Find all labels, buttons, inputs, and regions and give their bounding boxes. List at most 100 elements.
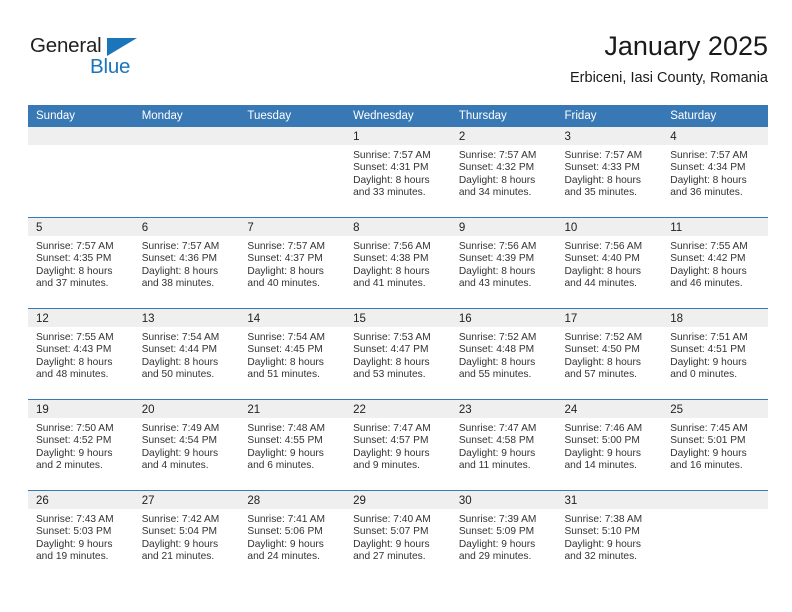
daylight-text: and 48 minutes. — [36, 368, 109, 380]
calendar-cell[interactable]: 3 Sunrise: 7:57 AM Sunset: 4:33 PM Daylight… — [556, 127, 663, 218]
calendar-cell[interactable]: 28 Sunrise: 7:41 AM Sunset: 5:06 PM Dayligh… — [239, 490, 346, 581]
calendar-cell[interactable]: 14 Sunrise: 7:54 AM Sunset: 4:45 PM Dayligh… — [239, 308, 346, 400]
daylight-text: Daylight: 9 hours — [670, 447, 747, 459]
calendar-cell[interactable]: 2 Sunrise: 7:57 AM Sunset: 4:32 PM Daylight… — [450, 127, 557, 218]
calendar-cell[interactable]: 13 Sunrise: 7:54 AM Sunset: 4:44 PM Dayligh… — [133, 308, 240, 400]
daylight-text: Daylight: 8 hours — [564, 356, 641, 368]
calendar-cell[interactable]: 11 Sunrise: 7:55 AM Sunset: 4:42 PM Dayligh… — [662, 217, 768, 309]
day-cell[interactable]: 27 Sunrise: 7:42 AM Sunset: 5:04 PM Dayligh… — [133, 491, 240, 581]
day-cell[interactable]: 31 Sunrise: 7:38 AM Sunset: 5:10 PM Dayligh… — [556, 491, 663, 581]
day-details: Sunrise: 7:57 AM Sunset: 4:31 PM Daylight:… — [345, 145, 451, 199]
sunset-text: Sunset: 4:51 PM — [670, 344, 746, 356]
day-cell[interactable]: 11 Sunrise: 7:55 AM Sunset: 4:42 PM Dayligh… — [662, 218, 768, 308]
day-cell[interactable]: 21 Sunrise: 7:48 AM Sunset: 4:55 PM Dayligh… — [239, 400, 346, 490]
calendar-cell[interactable]: 20 Sunrise: 7:49 AM Sunset: 4:54 PM Dayligh… — [133, 399, 240, 491]
day-details: Sunrise: 7:57 AM Sunset: 4:33 PM Daylight:… — [557, 145, 663, 199]
day-number: 30 — [450, 491, 557, 509]
sunrise-text: Sunrise: 7:57 AM — [36, 241, 114, 252]
daylight-text: Daylight: 9 hours — [36, 447, 113, 459]
calendar-cell[interactable]: 1 Sunrise: 7:57 AM Sunset: 4:31 PM Daylight… — [345, 127, 451, 218]
day-cell[interactable]: 29 Sunrise: 7:40 AM Sunset: 5:07 PM Dayligh… — [345, 491, 451, 581]
day-cell[interactable]: 1 Sunrise: 7:57 AM Sunset: 4:31 PM Daylight… — [345, 127, 451, 217]
day-details: Sunrise: 7:56 AM Sunset: 4:39 PM Daylight:… — [451, 236, 557, 290]
day-cell[interactable]: 14 Sunrise: 7:54 AM Sunset: 4:45 PM Dayligh… — [239, 309, 346, 399]
day-cell[interactable]: 23 Sunrise: 7:47 AM Sunset: 4:58 PM Dayligh… — [450, 400, 557, 490]
day-cell[interactable]: 28 Sunrise: 7:41 AM Sunset: 5:06 PM Dayligh… — [239, 491, 346, 581]
daylight-text: and 11 minutes. — [458, 459, 531, 471]
calendar-cell[interactable]: 22 Sunrise: 7:47 AM Sunset: 4:57 PM Dayligh… — [345, 399, 451, 491]
calendar-cell[interactable]: 7 Sunrise: 7:57 AM Sunset: 4:37 PM Daylight… — [239, 217, 346, 309]
calendar-cell[interactable]: 24 Sunrise: 7:46 AM Sunset: 5:00 PM Dayligh… — [556, 399, 663, 491]
sunset-text: Sunset: 5:04 PM — [141, 526, 218, 538]
sunrise-text: Sunrise: 7:54 AM — [141, 332, 220, 343]
calendar-cell[interactable]: 18 Sunrise: 7:51 AM Sunset: 4:51 PM Dayligh… — [662, 308, 768, 400]
day-cell[interactable]: 12 Sunrise: 7:55 AM Sunset: 4:43 PM Dayligh… — [28, 309, 134, 399]
day-cell[interactable]: 25 Sunrise: 7:45 AM Sunset: 5:01 PM Dayligh… — [662, 400, 768, 490]
sunrise-text: Sunrise: 7:40 AM — [353, 514, 431, 525]
sunset-text: Sunset: 4:34 PM — [670, 162, 746, 174]
day-number — [662, 491, 768, 509]
calendar-cell[interactable]: 19 Sunrise: 7:50 AM Sunset: 4:52 PM Dayligh… — [28, 399, 134, 491]
day-number — [239, 127, 346, 145]
day-number: 18 — [662, 309, 768, 327]
day-cell[interactable]: 4 Sunrise: 7:57 AM Sunset: 4:34 PM Daylight… — [662, 127, 768, 217]
day-cell[interactable]: 30 Sunrise: 7:39 AM Sunset: 5:09 PM Dayligh… — [450, 491, 557, 581]
day-number: 25 — [662, 400, 768, 418]
day-cell[interactable]: 5 Sunrise: 7:57 AM Sunset: 4:35 PM Daylight… — [28, 218, 134, 308]
day-number: 9 — [450, 218, 557, 236]
day-cell[interactable]: 20 Sunrise: 7:49 AM Sunset: 4:54 PM Dayligh… — [133, 400, 240, 490]
day-details: Sunrise: 7:45 AM Sunset: 5:01 PM Daylight:… — [662, 418, 768, 472]
calendar-cell[interactable] — [133, 127, 240, 218]
calendar-cell[interactable]: 15 Sunrise: 7:53 AM Sunset: 4:47 PM Dayligh… — [345, 308, 451, 400]
day-cell[interactable]: 22 Sunrise: 7:47 AM Sunset: 4:57 PM Dayligh… — [345, 400, 451, 490]
day-cell[interactable]: 26 Sunrise: 7:43 AM Sunset: 5:03 PM Dayligh… — [28, 491, 134, 581]
calendar-cell[interactable]: 6 Sunrise: 7:57 AM Sunset: 4:36 PM Daylight… — [133, 217, 240, 309]
calendar-cell[interactable]: 29 Sunrise: 7:40 AM Sunset: 5:07 PM Dayligh… — [345, 490, 451, 581]
day-number: 3 — [556, 127, 663, 145]
calendar-cell[interactable]: 16 Sunrise: 7:52 AM Sunset: 4:48 PM Dayligh… — [450, 308, 557, 400]
calendar-cell[interactable]: 21 Sunrise: 7:48 AM Sunset: 4:55 PM Dayligh… — [239, 399, 346, 491]
day-details: Sunrise: 7:39 AM Sunset: 5:09 PM Daylight:… — [451, 509, 557, 563]
calendar-cell[interactable]: 5 Sunrise: 7:57 AM Sunset: 4:35 PM Daylight… — [28, 217, 134, 309]
calendar-cell[interactable]: 10 Sunrise: 7:56 AM Sunset: 4:40 PM Dayligh… — [556, 217, 663, 309]
day-cell[interactable]: 9 Sunrise: 7:56 AM Sunset: 4:39 PM Daylight… — [450, 218, 557, 308]
day-cell[interactable]: 2 Sunrise: 7:57 AM Sunset: 4:32 PM Daylight… — [450, 127, 557, 217]
calendar-cell[interactable] — [662, 490, 768, 581]
daylight-text: and 14 minutes. — [564, 459, 638, 471]
day-cell[interactable]: 6 Sunrise: 7:57 AM Sunset: 4:36 PM Daylight… — [133, 218, 240, 308]
day-cell[interactable]: 18 Sunrise: 7:51 AM Sunset: 4:51 PM Dayligh… — [662, 309, 768, 399]
day-cell[interactable]: 16 Sunrise: 7:52 AM Sunset: 4:48 PM Dayligh… — [450, 309, 557, 399]
calendar-cell[interactable]: 17 Sunrise: 7:52 AM Sunset: 4:50 PM Dayligh… — [556, 308, 663, 400]
calendar-cell[interactable]: 30 Sunrise: 7:39 AM Sunset: 5:09 PM Dayligh… — [450, 490, 557, 581]
logo-text-blue: Blue — [90, 55, 131, 78]
day-cell[interactable]: 7 Sunrise: 7:57 AM Sunset: 4:37 PM Daylight… — [239, 218, 346, 308]
daylight-text: and 34 minutes. — [458, 186, 532, 198]
sunset-text: Sunset: 4:42 PM — [670, 253, 746, 265]
daylight-text: and 16 minutes. — [670, 459, 743, 471]
calendar-cell[interactable]: 27 Sunrise: 7:42 AM Sunset: 5:04 PM Dayligh… — [133, 490, 240, 581]
daylight-text: Daylight: 8 hours — [141, 356, 219, 368]
calendar-cell[interactable]: 31 Sunrise: 7:38 AM Sunset: 5:10 PM Dayligh… — [556, 490, 663, 581]
calendar-cell[interactable]: 23 Sunrise: 7:47 AM Sunset: 4:58 PM Dayligh… — [450, 399, 557, 491]
daylight-text: Daylight: 9 hours — [36, 538, 113, 550]
day-cell[interactable]: 10 Sunrise: 7:56 AM Sunset: 4:40 PM Dayligh… — [556, 218, 663, 308]
day-cell[interactable]: 24 Sunrise: 7:46 AM Sunset: 5:00 PM Dayligh… — [556, 400, 663, 490]
sunset-text: Sunset: 4:39 PM — [458, 253, 535, 265]
calendar-cell[interactable] — [239, 127, 346, 218]
day-details: Sunrise: 7:47 AM Sunset: 4:57 PM Daylight:… — [345, 418, 451, 472]
day-cell[interactable]: 3 Sunrise: 7:57 AM Sunset: 4:33 PM Daylight… — [556, 127, 663, 217]
day-cell[interactable]: 8 Sunrise: 7:56 AM Sunset: 4:38 PM Daylight… — [345, 218, 451, 308]
day-cell[interactable]: 13 Sunrise: 7:54 AM Sunset: 4:44 PM Dayligh… — [133, 309, 240, 399]
calendar-cell[interactable]: 9 Sunrise: 7:56 AM Sunset: 4:39 PM Daylight… — [450, 217, 557, 309]
calendar-cell[interactable]: 8 Sunrise: 7:56 AM Sunset: 4:38 PM Daylight… — [345, 217, 451, 309]
calendar-cell[interactable]: 4 Sunrise: 7:57 AM Sunset: 4:34 PM Daylight… — [662, 127, 768, 218]
calendar-cell[interactable] — [28, 127, 134, 218]
calendar-cell[interactable]: 25 Sunrise: 7:45 AM Sunset: 5:01 PM Dayligh… — [662, 399, 768, 491]
day-details: Sunrise: 7:57 AM Sunset: 4:35 PM Daylight:… — [28, 236, 134, 290]
day-cell[interactable]: 15 Sunrise: 7:53 AM Sunset: 4:47 PM Dayligh… — [345, 309, 451, 399]
day-cell[interactable]: 17 Sunrise: 7:52 AM Sunset: 4:50 PM Dayligh… — [556, 309, 663, 399]
calendar-cell[interactable]: 12 Sunrise: 7:55 AM Sunset: 4:43 PM Dayligh… — [28, 308, 134, 400]
day-cell[interactable]: 19 Sunrise: 7:50 AM Sunset: 4:52 PM Dayligh… — [28, 400, 134, 490]
calendar-cell[interactable]: 26 Sunrise: 7:43 AM Sunset: 5:03 PM Dayligh… — [28, 490, 134, 581]
daylight-text: Daylight: 8 hours — [564, 174, 641, 186]
